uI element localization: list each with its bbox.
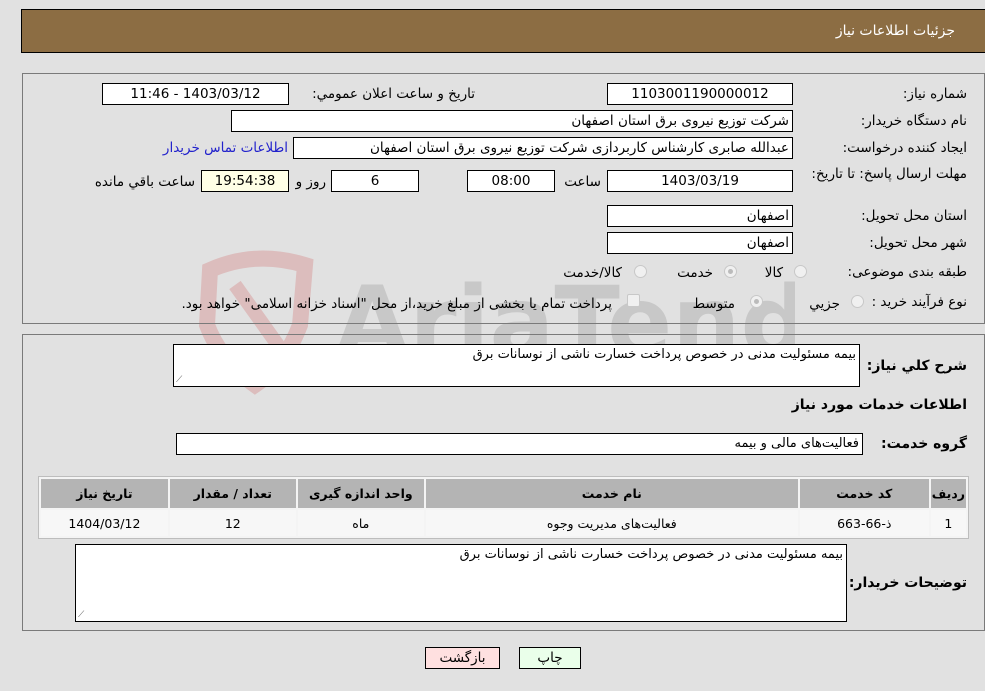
category-service-label: خدمت [677, 265, 713, 281]
col-header-row-number: ردیف [930, 479, 966, 508]
treasury-bonds-note: پرداخت تمام یا بخشی از مبلغ خرید،از محل … [181, 296, 612, 312]
cell-need-date: 1404/03/12 [41, 510, 168, 536]
page-title: جزئیات اطلاعات نیاز [835, 23, 955, 39]
category-goods-service-radio[interactable] [634, 265, 647, 278]
requester-field: عبدالله صابری کارشناس کاربردازی شرکت توز… [293, 137, 793, 159]
purchase-type-minor-label: جزيي [809, 296, 840, 312]
deadline-time-label: ساعت [564, 174, 601, 190]
print-button[interactable]: چاپ [519, 647, 581, 669]
resize-grip-icon[interactable]: ⟋ [78, 610, 84, 620]
category-goods-label: کالا [764, 265, 783, 281]
need-number-field: 1103001190000012 [607, 83, 793, 105]
days-label: روز و [295, 174, 326, 190]
delivery-city-field: اصفهان [607, 232, 793, 254]
requester-label: ایجاد کننده درخواست: [842, 140, 967, 156]
cell-row-number: 1 [930, 510, 966, 536]
buyer-org-label: نام دستگاه خریدار: [860, 113, 967, 129]
remaining-time-label: ساعت باقي مانده [94, 174, 195, 190]
need-number-label: شماره نیاز: [902, 86, 967, 102]
buyer-contact-link[interactable]: اطلاعات تماس خریدار [163, 140, 288, 156]
purchase-type-label: نوع فرآیند خرید : [871, 294, 967, 310]
col-header-unit: واحد اندازه گیری [297, 479, 424, 508]
cell-unit: ماه [297, 510, 424, 536]
category-goods-service-label: کالا/خدمت [563, 265, 622, 281]
purchase-type-minor-radio[interactable] [851, 295, 864, 308]
services-table: ردیف کد خدمت نام خدمت واحد اندازه گیری ت… [38, 476, 969, 539]
col-header-quantity: تعداد / مقدار [169, 479, 296, 508]
remaining-days-field: 6 [331, 170, 419, 192]
table-row: 1 ذ-66-663 فعالیت‌های مدیریت وجوه ماه 12… [41, 510, 966, 536]
deadline-date-field: 1403/03/19 [607, 170, 793, 192]
service-group-label: گروه خدمت: [881, 436, 967, 452]
cell-service-code: ذ-66-663 [799, 510, 929, 536]
buyer-notes-label: توضیحات خریدار: [848, 575, 967, 591]
buyer-notes-textarea[interactable]: بیمه مسئولیت مدنی در خصوص پرداخت خسارت ن… [75, 544, 847, 622]
resize-grip-icon[interactable]: ⟋ [176, 375, 182, 385]
summary-label: شرح كلي نياز: [866, 358, 967, 374]
remaining-time-field: 19:54:38 [201, 170, 289, 192]
service-group-field: فعالیت‌های مالی و بیمه [176, 433, 863, 455]
table-header-row: ردیف کد خدمت نام خدمت واحد اندازه گیری ت… [41, 479, 966, 508]
buyer-org-field: شرکت توزیع نیروی برق استان اصفهان [231, 110, 793, 132]
col-header-service-name: نام خدمت [425, 479, 798, 508]
deadline-label: مهلت ارسال پاسخ: تا تاریخ: [811, 166, 967, 182]
category-label: طبقه بندی موضوعی: [847, 264, 967, 280]
delivery-city-label: شهر محل تحویل: [869, 235, 967, 251]
announce-datetime-label: تاریخ و ساعت اعلان عمومي: [312, 86, 475, 102]
purchase-type-medium-label: متوسط [692, 296, 735, 312]
delivery-province-field: اصفهان [607, 205, 793, 227]
page-header: جزئیات اطلاعات نیاز [21, 9, 985, 53]
summary-text: بیمه مسئولیت مدنی در خصوص پرداخت خسارت ن… [472, 347, 856, 362]
services-section-title: اطلاعات خدمات مورد نیاز [791, 397, 967, 413]
announce-datetime-field: 1403/03/12 - 11:46 [102, 83, 289, 105]
col-header-need-date: تاریخ نیاز [41, 479, 168, 508]
delivery-province-label: استان محل تحویل: [861, 208, 967, 224]
summary-textarea[interactable]: بیمه مسئولیت مدنی در خصوص پرداخت خسارت ن… [173, 344, 860, 387]
deadline-time-field: 08:00 [467, 170, 555, 192]
col-header-service-code: کد خدمت [799, 479, 929, 508]
back-button[interactable]: بازگشت [425, 647, 500, 669]
category-service-radio[interactable] [724, 265, 737, 278]
cell-service-name: فعالیت‌های مدیریت وجوه [425, 510, 798, 536]
cell-quantity: 12 [169, 510, 296, 536]
purchase-type-medium-radio[interactable] [750, 295, 763, 308]
category-goods-radio[interactable] [794, 265, 807, 278]
buyer-notes-text: بیمه مسئولیت مدنی در خصوص پرداخت خسارت ن… [459, 547, 843, 562]
treasury-bonds-checkbox[interactable] [627, 294, 640, 307]
